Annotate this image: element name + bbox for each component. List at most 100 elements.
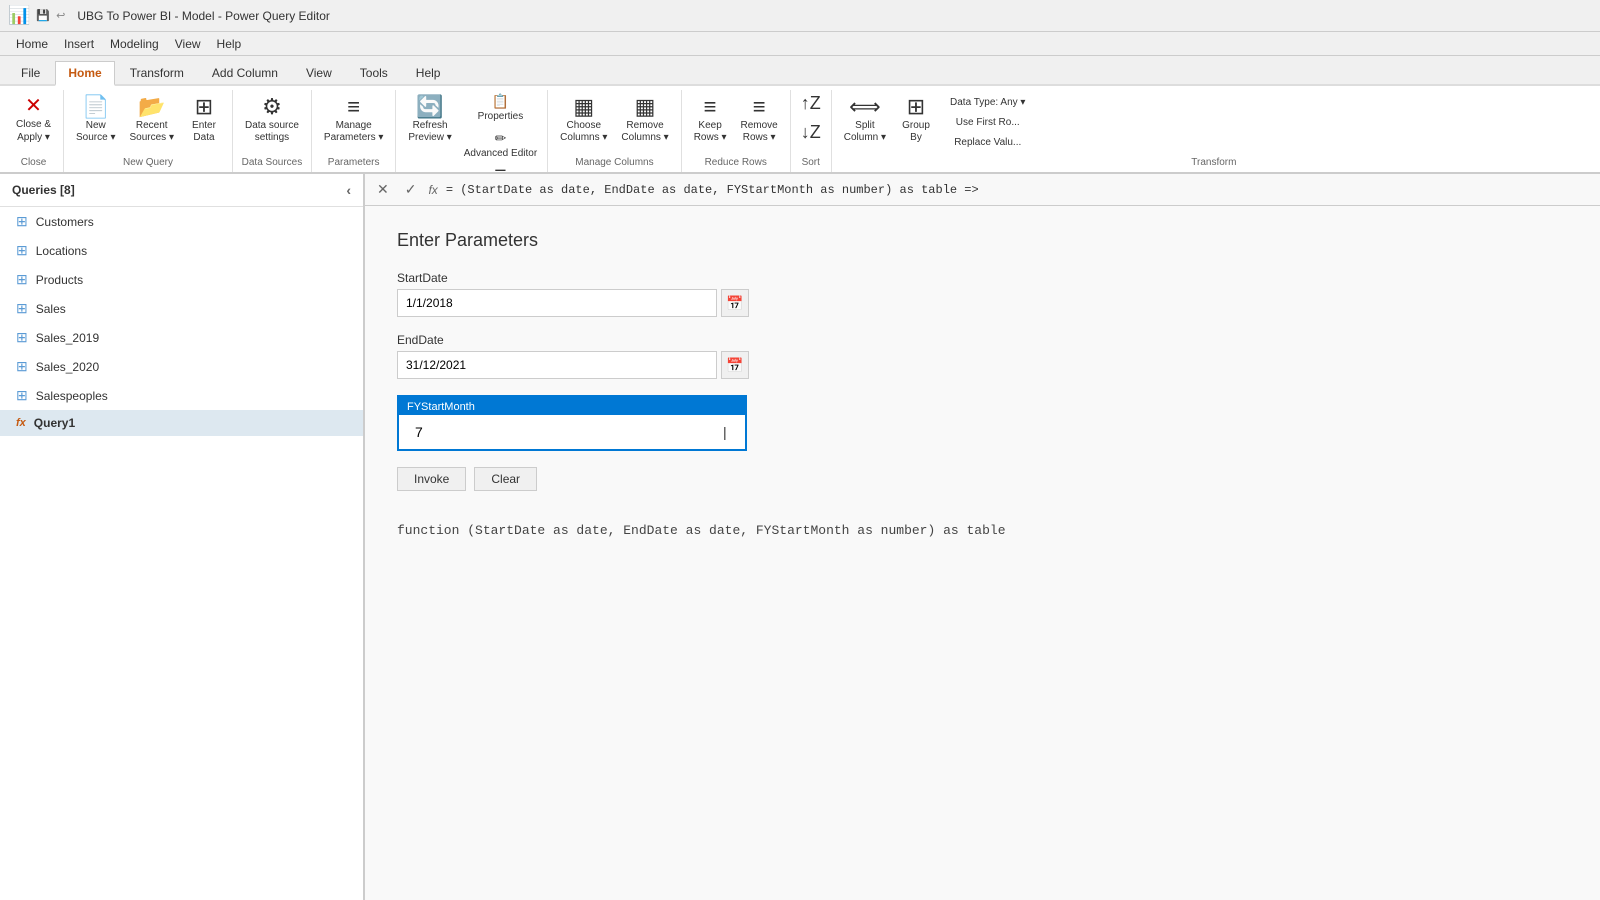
query-item-sales[interactable]: ⊞ Sales <box>0 294 363 323</box>
startdate-input[interactable] <box>397 289 717 317</box>
formula-bar: ✕ ✓ fx <box>365 174 1600 206</box>
data-type-button[interactable]: Data Type: Any ▾ <box>946 94 1029 111</box>
refresh-preview-icon: 🔄 <box>416 94 443 120</box>
fystartmonth-label: FYStartMonth <box>407 401 475 413</box>
enddate-input[interactable] <box>397 351 717 379</box>
ribbon-group-transform: ⟺ SplitColumn ▾ ⊞ GroupBy Data Type: Any… <box>832 90 1596 172</box>
param-group-enddate: EndDate 📅 <box>397 333 1568 379</box>
advanced-editor-button[interactable]: ✏ Advanced Editor <box>460 127 541 162</box>
ribbon-group-reduce-rows-label: Reduce Rows <box>688 155 784 172</box>
remove-rows-icon: ≡ <box>753 94 766 120</box>
split-column-button[interactable]: ⟺ SplitColumn ▾ <box>838 90 892 148</box>
query-item-sales-2019[interactable]: ⊞ Sales_2019 <box>0 323 363 352</box>
table-icon-sales: ⊞ <box>16 300 28 317</box>
right-panel: ✕ ✓ fx Enter Parameters StartDate 📅 EndD… <box>365 174 1600 900</box>
query-label-query1: Query1 <box>34 416 75 430</box>
formula-cancel-button[interactable]: ✕ <box>373 179 393 200</box>
fystartmonth-label-bg: FYStartMonth <box>399 397 745 415</box>
choose-columns-icon: ▦ <box>573 94 594 120</box>
param-group-fystartmonth: FYStartMonth | <box>397 395 1568 451</box>
close-apply-button[interactable]: ✕ Close &Apply ▾ <box>10 90 57 148</box>
ribbon: ✕ Close &Apply ▾ Close 📄 NewSource ▾ 📂 R… <box>0 86 1600 174</box>
invoke-button[interactable]: Invoke <box>397 467 466 491</box>
sort-desc-button[interactable]: ↓Z <box>797 119 825 146</box>
remove-columns-button[interactable]: ▦ RemoveColumns ▾ <box>615 90 674 148</box>
app-icon: 📊 <box>8 5 30 26</box>
ribbon-group-manage-columns-label: Manage Columns <box>554 155 675 172</box>
query-item-query1[interactable]: fx Query1 <box>0 410 363 436</box>
enter-parameters-title: Enter Parameters <box>397 230 1568 251</box>
tab-transform[interactable]: Transform <box>117 61 197 84</box>
new-source-button[interactable]: 📄 NewSource ▾ <box>70 90 121 148</box>
query-item-products[interactable]: ⊞ Products <box>0 265 363 294</box>
tab-tools[interactable]: Tools <box>347 61 401 84</box>
clear-button[interactable]: Clear <box>474 467 537 491</box>
formula-fx-label: fx <box>428 183 437 197</box>
sort-asc-button[interactable]: ↑Z <box>797 90 825 117</box>
query-label-sales: Sales <box>36 302 66 316</box>
data-source-settings-button[interactable]: ⚙ Data sourcesettings <box>239 90 305 148</box>
undo-icon: ↩ <box>56 9 65 22</box>
ribbon-group-data-sources-label: Data Sources <box>239 155 305 172</box>
query-item-sales-2020[interactable]: ⊞ Sales_2020 <box>0 352 363 381</box>
group-by-button[interactable]: ⊞ GroupBy <box>894 90 938 148</box>
menu-bar: Home Insert Modeling View Help <box>0 32 1600 56</box>
sidebar: Queries [8] ‹ ⊞ Customers ⊞ Locations ⊞ … <box>0 174 365 900</box>
table-icon-sales-2019: ⊞ <box>16 329 28 346</box>
use-first-row-button[interactable]: Use First Ro... <box>946 114 1029 131</box>
tab-home[interactable]: Home <box>55 61 114 86</box>
choose-columns-button[interactable]: ▦ ChooseColumns ▾ <box>554 90 613 148</box>
query-label-sales-2020: Sales_2020 <box>36 360 99 374</box>
refresh-preview-button[interactable]: 🔄 RefreshPreview ▾ <box>402 90 457 148</box>
menu-view[interactable]: View <box>167 35 209 53</box>
param-group-startdate: StartDate 📅 <box>397 271 1568 317</box>
query-item-salespeoples[interactable]: ⊞ Salespeoples <box>0 381 363 410</box>
cursor-indicator: | <box>723 424 727 440</box>
menu-help[interactable]: Help <box>209 35 250 53</box>
enddate-input-row: 📅 <box>397 351 1568 379</box>
ribbon-group-close-label: Close <box>10 155 57 172</box>
properties-button[interactable]: 📋 Properties <box>460 90 541 125</box>
enddate-calendar-button[interactable]: 📅 <box>721 351 749 379</box>
menu-home[interactable]: Home <box>8 35 56 53</box>
main-layout: Queries [8] ‹ ⊞ Customers ⊞ Locations ⊞ … <box>0 174 1600 900</box>
table-icon-customers: ⊞ <box>16 213 28 230</box>
query-item-customers[interactable]: ⊞ Customers <box>0 207 363 236</box>
query-label-locations: Locations <box>36 244 87 258</box>
manage-parameters-icon: ≡ <box>347 94 360 120</box>
formula-input[interactable] <box>446 183 1592 197</box>
menu-insert[interactable]: Insert <box>56 35 102 53</box>
window-title: UBG To Power BI - Model - Power Query Ed… <box>77 9 330 23</box>
keep-rows-button[interactable]: ≡ KeepRows ▾ <box>688 90 733 148</box>
invoke-clear-row: Invoke Clear <box>397 467 1568 491</box>
enddate-label: EndDate <box>397 333 1568 347</box>
recent-sources-button[interactable]: 📂 RecentSources ▾ <box>124 90 180 148</box>
tab-view[interactable]: View <box>293 61 345 84</box>
enter-data-button[interactable]: ⊞ EnterData <box>182 90 226 148</box>
ribbon-group-new-query: 📄 NewSource ▾ 📂 RecentSources ▾ ⊞ EnterD… <box>64 90 233 172</box>
manage-parameters-button[interactable]: ≡ ManageParameters ▾ <box>318 90 389 148</box>
replace-values-button[interactable]: Replace Valu... <box>946 134 1029 151</box>
ribbon-group-parameters-label: Parameters <box>318 155 389 172</box>
startdate-calendar-button[interactable]: 📅 <box>721 289 749 317</box>
formula-confirm-button[interactable]: ✓ <box>401 179 421 200</box>
tab-file[interactable]: File <box>8 61 53 84</box>
fystartmonth-input[interactable] <box>407 419 723 445</box>
ribbon-group-query: 🔄 RefreshPreview ▾ 📋 Properties ✏ Advanc… <box>396 90 548 172</box>
ribbon-tab-bar: File Home Transform Add Column View Tool… <box>0 56 1600 86</box>
query-item-locations[interactable]: ⊞ Locations <box>0 236 363 265</box>
content-area: Enter Parameters StartDate 📅 EndDate 📅 <box>365 206 1600 900</box>
sidebar-collapse-button[interactable]: ‹ <box>346 182 351 198</box>
menu-modeling[interactable]: Modeling <box>102 35 167 53</box>
data-source-settings-icon: ⚙ <box>262 94 282 120</box>
fx-icon-query1: fx <box>16 417 26 429</box>
remove-rows-button[interactable]: ≡ RemoveRows ▾ <box>735 90 784 148</box>
tab-add-column[interactable]: Add Column <box>199 61 291 84</box>
new-source-icon: 📄 <box>82 94 109 120</box>
formula-signature: function (StartDate as date, EndDate as … <box>397 523 1568 538</box>
enter-data-icon: ⊞ <box>195 94 213 120</box>
tab-help[interactable]: Help <box>403 61 454 84</box>
table-icon-sales-2020: ⊞ <box>16 358 28 375</box>
query-label-sales-2019: Sales_2019 <box>36 331 99 345</box>
ribbon-group-transform-label: Transform <box>838 155 1590 172</box>
